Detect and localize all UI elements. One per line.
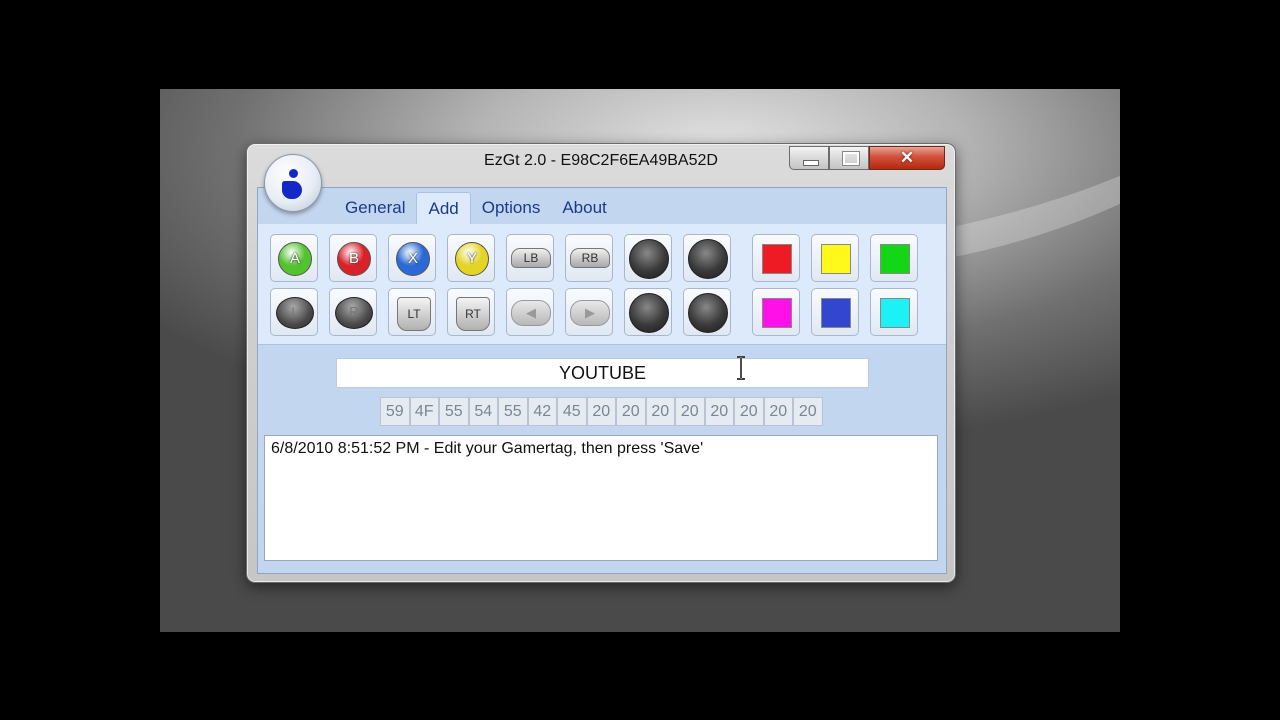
left-stick-button[interactable] [624, 234, 672, 282]
text-cursor-icon [737, 356, 745, 380]
hex-byte-cell: 20 [793, 397, 823, 426]
hex-byte-cell: 20 [704, 397, 734, 426]
dpad-left-icon: ◀ [511, 300, 551, 326]
minimize-button[interactable] [789, 146, 829, 170]
lb-bumper-button[interactable]: LB [506, 234, 554, 282]
hex-byte-cell: 59 [380, 397, 410, 426]
rb-bumper-icon: RB [570, 248, 610, 268]
lt-trigger-button[interactable]: LT [388, 288, 436, 336]
y-button-button[interactable]: Y [447, 234, 495, 282]
b-button-icon: B [337, 242, 371, 276]
tab-bar: General Add Options About [334, 192, 618, 224]
color-swatch [880, 298, 910, 328]
symbol-toolbar: A B X Y LB RB L R LT RT ◀ ▶ [258, 224, 946, 345]
hex-byte-cell: 54 [468, 397, 498, 426]
stick-down-button[interactable] [624, 288, 672, 336]
hex-byte-cell: 45 [557, 397, 587, 426]
minimize-icon [803, 160, 819, 166]
hex-byte-cell: 55 [439, 397, 469, 426]
y-button-icon: Y [455, 242, 489, 276]
color-swatch [880, 244, 910, 274]
color-swatch-button[interactable] [752, 234, 800, 282]
client-area: General Add Options About A B X Y LB RB L R LT RT… [257, 187, 947, 574]
hex-byte-cell: 20 [734, 397, 764, 426]
rb-bumper-button[interactable]: RB [565, 234, 613, 282]
color-swatch-button[interactable] [811, 288, 859, 336]
color-swatch-button[interactable] [752, 288, 800, 336]
tab-add[interactable]: Add [416, 192, 471, 224]
right-stick-icon [688, 239, 728, 279]
x-button-button[interactable]: X [388, 234, 436, 282]
rt-trigger-button[interactable]: RT [447, 288, 495, 336]
close-icon: ✕ [899, 148, 915, 167]
color-swatch [762, 244, 792, 274]
hex-byte-row: 59 4F 55 54 55 42 45 20 20 20 20 20 20 20 20 [380, 397, 823, 426]
hex-byte-cell: 20 [645, 397, 675, 426]
tab-options[interactable]: Options [471, 192, 552, 224]
rt-trigger-icon: RT [456, 297, 490, 331]
color-swatch-button[interactable] [870, 234, 918, 282]
maximize-button[interactable] [829, 146, 869, 170]
left-thumb-button[interactable]: L [270, 288, 318, 336]
app-logo-icon[interactable] [264, 154, 322, 212]
x-button-icon: X [396, 242, 430, 276]
color-swatch [821, 298, 851, 328]
right-stick-button[interactable] [683, 234, 731, 282]
left-stick-icon [629, 239, 669, 279]
hex-byte-cell: 20 [616, 397, 646, 426]
hex-byte-cell: 55 [498, 397, 528, 426]
stick-down-icon [629, 293, 669, 333]
color-swatch-button[interactable] [870, 288, 918, 336]
tab-about[interactable]: About [551, 192, 617, 224]
color-swatch [821, 244, 851, 274]
app-window: EzGt 2.0 - E98C2F6EA49BA52D ✕ General Ad… [246, 143, 956, 583]
a-button-icon: A [278, 242, 312, 276]
hex-byte-cell: 20 [586, 397, 616, 426]
hex-byte-cell: 20 [675, 397, 705, 426]
hex-byte-cell: 42 [527, 397, 557, 426]
lt-trigger-icon: LT [397, 297, 431, 331]
stick-up-icon [688, 293, 728, 333]
gamertag-input[interactable]: YOUTUBE [336, 358, 869, 388]
left-thumb-icon: L [276, 297, 314, 329]
stick-up-button[interactable] [683, 288, 731, 336]
tab-general[interactable]: General [334, 192, 416, 224]
lb-bumper-icon: LB [511, 248, 551, 268]
right-thumb-icon: R [335, 297, 373, 329]
close-button[interactable]: ✕ [869, 146, 945, 170]
color-swatch-button[interactable] [811, 234, 859, 282]
hex-byte-cell: 20 [763, 397, 793, 426]
dpad-right-icon: ▶ [570, 300, 610, 326]
b-button-button[interactable]: B [329, 234, 377, 282]
dpad-right-button[interactable]: ▶ [565, 288, 613, 336]
color-swatch [762, 298, 792, 328]
log-output: 6/8/2010 8:51:52 PM - Edit your Gamertag… [264, 435, 938, 561]
right-thumb-button[interactable]: R [329, 288, 377, 336]
dpad-left-button[interactable]: ◀ [506, 288, 554, 336]
maximize-icon [842, 151, 860, 166]
a-button-button[interactable]: A [270, 234, 318, 282]
hex-byte-cell: 4F [409, 397, 439, 426]
